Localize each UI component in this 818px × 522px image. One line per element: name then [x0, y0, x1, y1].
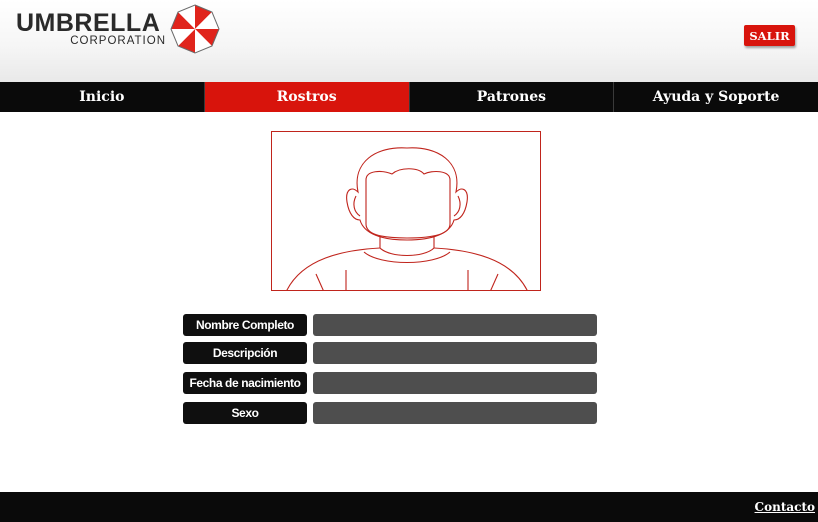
field-sexo[interactable] [313, 402, 597, 424]
field-descripcion[interactable] [313, 342, 597, 364]
nav-item-rostros[interactable]: Rostros [204, 82, 410, 112]
header: UMBRELLA CORPORATION SALIR [0, 0, 818, 82]
label-descripcion: Descripción [183, 342, 307, 364]
label-fecha-nacimiento: Fecha de nacimiento [183, 372, 307, 394]
main-nav: Inicio Rostros Patrones Ayuda y Soporte [0, 82, 818, 112]
field-nombre-completo[interactable] [313, 314, 597, 336]
logo: UMBRELLA CORPORATION [16, 10, 168, 47]
umbrella-logo-icon [170, 4, 220, 54]
face-photo-frame [271, 131, 541, 291]
label-sexo: Sexo [183, 402, 307, 424]
nav-item-patrones[interactable]: Patrones [410, 82, 615, 112]
footer: Contacto [0, 492, 818, 522]
nav-item-ayuda-soporte[interactable]: Ayuda y Soporte [614, 82, 818, 112]
person-silhouette-icon [286, 147, 528, 290]
exit-button[interactable]: SALIR [744, 25, 795, 46]
logo-name: UMBRELLA [16, 9, 161, 37]
field-fecha-nacimiento[interactable] [313, 372, 597, 394]
nav-item-inicio[interactable]: Inicio [0, 82, 205, 112]
label-nombre-completo: Nombre Completo [183, 314, 307, 336]
logo-subtitle: CORPORATION [70, 35, 166, 47]
contact-link[interactable]: Contacto [755, 500, 815, 514]
